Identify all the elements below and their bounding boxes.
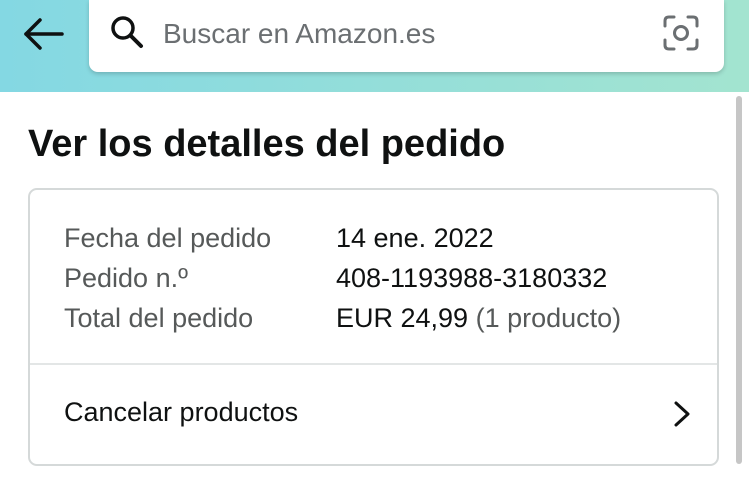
order-details-card: Fecha del pedido 14 ene. 2022 Pedido n.º… xyxy=(28,188,719,466)
order-total-label: Total del pedido xyxy=(64,303,254,333)
chevron-right-icon xyxy=(674,401,690,427)
order-number-value: 408-1193988-3180332 xyxy=(336,263,608,293)
order-item-count: (1 producto) xyxy=(475,303,622,333)
page-title: Ver los detalles del pedido xyxy=(28,123,506,165)
cancel-items-button[interactable]: Cancelar productos xyxy=(30,365,717,464)
order-total-value-group: EUR 24,99 (1 producto) xyxy=(336,298,621,338)
back-button[interactable] xyxy=(20,14,66,54)
page-scrollbar[interactable] xyxy=(736,96,742,464)
order-number-label: Pedido n.º xyxy=(64,263,188,293)
arrow-left-icon xyxy=(24,18,64,50)
cancel-items-label: Cancelar productos xyxy=(64,397,299,427)
search-input[interactable] xyxy=(163,12,643,56)
app-header xyxy=(0,0,749,92)
order-date-label: Fecha del pedido xyxy=(64,223,272,253)
search-bar[interactable] xyxy=(89,0,724,72)
order-date-value: 14 ene. 2022 xyxy=(336,223,494,253)
order-total-value: EUR 24,99 xyxy=(336,303,469,333)
search-icon xyxy=(111,16,143,48)
camera-icon[interactable] xyxy=(661,13,701,53)
